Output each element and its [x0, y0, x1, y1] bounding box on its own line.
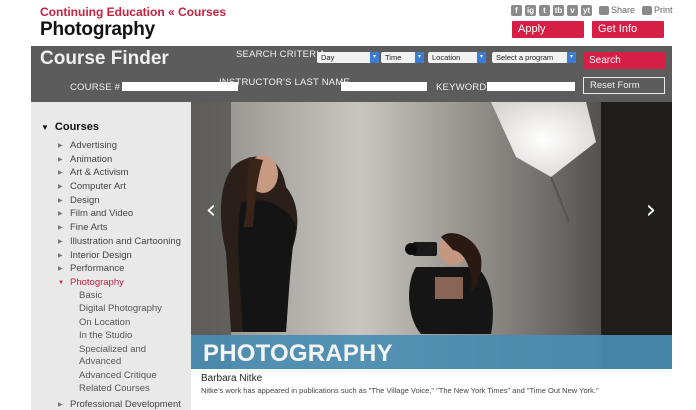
- search-button[interactable]: Search: [583, 52, 665, 69]
- time-select-value: Time: [385, 53, 402, 62]
- triangle-right-icon: ▶: [58, 170, 63, 176]
- subitem-digital-photography[interactable]: Digital Photography: [79, 303, 162, 314]
- print-link[interactable]: Print: [642, 5, 673, 15]
- print-icon: [642, 5, 653, 15]
- share-icon: [599, 5, 609, 15]
- reset-form-button[interactable]: Reset Form: [583, 77, 665, 94]
- triangle-right-icon: ▶: [58, 143, 63, 149]
- sidebar-item-professional-development[interactable]: ▶ Professional Development: [58, 399, 181, 410]
- print-label: Print: [654, 5, 673, 15]
- photo-caption: Barbara Nitke Nitke's work has appeared …: [191, 369, 672, 410]
- caption-name: Barbara Nitke: [201, 373, 263, 384]
- triangle-right-icon: ▶: [58, 198, 63, 204]
- subitem-advanced-critique[interactable]: Advanced Critique: [79, 370, 157, 381]
- course-number-label: COURSE #: [70, 82, 121, 93]
- keyword-label: KEYWORD: [436, 82, 487, 93]
- course-finder: Course Finder SEARCH CRITERIA Day ▾ Time…: [31, 46, 672, 102]
- sidebar-item-label: Animation: [70, 154, 113, 165]
- time-select[interactable]: Time ▾: [381, 52, 424, 63]
- sidebar-item-performance[interactable]: ▶ Performance: [58, 263, 124, 274]
- subitem-in-the-studio[interactable]: In the Studio: [79, 330, 132, 341]
- hero-title: PHOTOGRAPHY: [203, 340, 393, 367]
- triangle-right-icon: ▶: [58, 266, 63, 272]
- sidebar-item-label: Design: [70, 195, 100, 206]
- triangle-right-icon: ▶: [58, 225, 63, 231]
- page-title: Photography: [40, 19, 155, 40]
- sidebar-item-label: Illustration and Cartooning: [70, 236, 181, 247]
- tumblr-icon[interactable]: tb: [553, 4, 564, 16]
- share-label: Share: [611, 5, 636, 15]
- keyword-input[interactable]: [487, 82, 575, 91]
- sidebar-item-label: Professional Development: [70, 399, 181, 410]
- instructor-label: INSTRUCTOR'S LAST NAME: [219, 77, 350, 88]
- breadcrumb[interactable]: Continuing Education « Courses: [40, 5, 226, 19]
- sidebar-item-interior-design[interactable]: ▶ Interior Design: [58, 250, 132, 261]
- share-link[interactable]: Share: [599, 5, 635, 15]
- caption-text: Nitke's work has appeared in publication…: [201, 386, 599, 395]
- sidebar-item-label: Film and Video: [70, 208, 134, 219]
- chevron-down-icon: ▾: [370, 52, 379, 63]
- sidebar-item-film-video[interactable]: ▶ Film and Video: [58, 208, 133, 219]
- instructor-input[interactable]: [341, 82, 427, 91]
- triangle-right-icon: ▶: [58, 253, 63, 259]
- course-finder-title: Course Finder: [40, 48, 169, 69]
- sidebar-item-photography[interactable]: ▼ Photography: [58, 277, 124, 288]
- subitem-advanced[interactable]: Advanced: [79, 356, 121, 367]
- location-select[interactable]: Location ▾: [428, 52, 486, 63]
- hero-photo: [191, 102, 672, 369]
- page: Continuing Education « Courses Photograp…: [0, 0, 696, 410]
- sidebar-item-advertising[interactable]: ▶ Advertising: [58, 140, 117, 151]
- triangle-right-icon: ▶: [58, 157, 63, 163]
- triangle-right-icon: ▶: [58, 211, 63, 217]
- instagram-icon[interactable]: ig: [525, 4, 536, 16]
- program-select[interactable]: Select a program ▾: [492, 52, 576, 63]
- sidebar-item-computer-art[interactable]: ▶ Computer Art: [58, 181, 126, 192]
- sidebar-item-label: Fine Arts: [70, 222, 108, 233]
- twitter-icon[interactable]: t: [539, 4, 550, 16]
- get-info-button[interactable]: Get Info: [592, 21, 664, 38]
- sidebar-item-label: Computer Art: [70, 181, 126, 192]
- sidebar-item-label: Art & Activism: [70, 167, 129, 178]
- vimeo-icon[interactable]: v: [567, 4, 578, 16]
- sidebar-item-design[interactable]: ▶ Design: [58, 195, 100, 206]
- sidebar-item-label: Performance: [70, 263, 125, 274]
- courses-heading-label: Courses: [54, 121, 99, 133]
- social-links: f ig t tb v yt Share Print: [511, 4, 673, 16]
- sidebar-item-illustration[interactable]: ▶ Illustration and Cartooning: [58, 236, 181, 247]
- sidebar-item-label: Photography: [70, 277, 124, 288]
- sidebar-item-fine-arts[interactable]: ▶ Fine Arts: [58, 222, 108, 233]
- subitem-related-courses[interactable]: Related Courses: [79, 383, 150, 394]
- search-criteria-label: SEARCH CRITERIA: [236, 49, 326, 60]
- sidebar-item-label: Interior Design: [70, 250, 132, 261]
- sidebar-item-label: Advertising: [70, 140, 117, 151]
- sidebar-item-animation[interactable]: ▶ Animation: [58, 154, 112, 165]
- course-sidebar: ▼ Courses ▶ Advertising ▶ Animation ▶ Ar…: [31, 102, 191, 410]
- subitem-on-location[interactable]: On Location: [79, 317, 130, 328]
- chevron-left-icon[interactable]: ‹: [201, 195, 221, 225]
- chevron-right-icon[interactable]: ›: [641, 195, 661, 225]
- courses-heading[interactable]: ▼ Courses: [41, 121, 99, 133]
- chevron-down-icon: ▾: [567, 52, 576, 63]
- apply-button[interactable]: Apply: [512, 21, 584, 38]
- triangle-down-icon: ▼: [58, 279, 64, 286]
- chevron-down-icon: ▾: [415, 52, 424, 63]
- triangle-right-icon: ▶: [58, 184, 63, 190]
- youtube-icon[interactable]: yt: [581, 4, 592, 16]
- site-header: Continuing Education « Courses Photograp…: [0, 0, 696, 46]
- subitem-basic[interactable]: Basic: [79, 290, 102, 301]
- sidebar-item-art-activism[interactable]: ▶ Art & Activism: [58, 167, 129, 178]
- subitem-specialized[interactable]: Specialized and: [79, 344, 146, 355]
- location-select-value: Location: [432, 53, 461, 62]
- triangle-right-icon: ▶: [58, 239, 63, 245]
- day-select[interactable]: Day ▾: [317, 52, 379, 63]
- triangle-right-icon: ▶: [58, 402, 63, 408]
- chevron-down-icon: ▾: [477, 52, 486, 63]
- day-select-value: Day: [321, 53, 335, 62]
- program-select-value: Select a program: [496, 53, 554, 62]
- hero-slideshow: ‹ › PHOTOGRAPHY: [191, 102, 672, 369]
- triangle-down-icon: ▼: [41, 122, 49, 132]
- facebook-icon[interactable]: f: [511, 4, 522, 16]
